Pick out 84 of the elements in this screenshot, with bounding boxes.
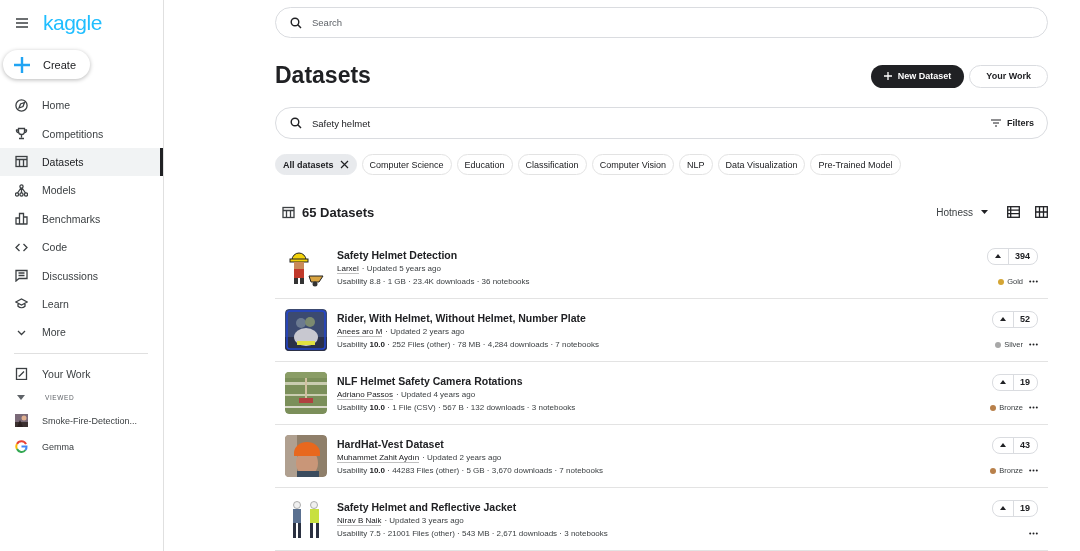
new-dataset-button[interactable]: New Dataset [870,64,965,88]
filter-chip[interactable]: All datasets [275,154,357,176]
filter-chip[interactable]: Computer Science [361,154,452,176]
more-icon[interactable] [1029,532,1038,535]
upvote-button[interactable]: 43 [992,436,1038,454]
more-icon[interactable] [1029,343,1038,346]
dataset-title[interactable]: Rider, With Helmet, Without Helmet, Number Plate [337,311,948,324]
more-icon[interactable] [1029,406,1038,409]
close-icon [339,160,349,170]
caret-down-icon[interactable] [17,395,25,401]
dataset-meta: Usability 10.0 · 252 Files (other) · 78 MB · 4,284 downloads · 7 notebooks [337,339,600,349]
dataset-title[interactable]: Safety Helmet Detection [337,248,948,261]
upvote-icon [1000,443,1006,447]
viewed-item[interactable]: Gemma [0,433,163,460]
filter-icon [991,119,1001,128]
menu-icon[interactable] [15,17,29,29]
dataset-title[interactable]: HardHat-Vest Dataset [337,437,948,450]
graduation-cap-icon [15,297,28,311]
filter-chip[interactable]: Pre-Trained Model [810,154,901,176]
sort-dropdown[interactable]: Hotness [936,206,988,218]
filter-chip[interactable]: Data Visualization [717,154,806,176]
grid-view-icon[interactable] [1035,206,1048,219]
clipboard-icon [15,367,28,381]
upvote-icon [994,254,1001,258]
table-icon [282,205,295,219]
caret-down-icon [981,210,988,215]
upvote-icon [1000,506,1006,510]
trophy-icon [15,127,28,141]
dataset-title[interactable]: NLF Helmet Safety Camera Rotations [337,374,948,387]
more-icon[interactable] [1029,469,1038,472]
search-icon [290,16,302,29]
list-view-icon[interactable] [1007,206,1020,219]
result-count: 65 Datasets [302,204,375,220]
updated-text: · Updated 5 years ago [361,263,441,274]
author-link[interactable]: Muhammet Zahit Aydın [337,452,420,463]
compass-icon [15,98,28,112]
more-icon[interactable] [1029,280,1038,283]
dataset-meta: Usability 7.5 · 21001 Files (other) · 543 MB · 2,671 downloads · 3 notebooks [337,528,609,538]
sidebar-item[interactable]: Your Work [0,359,163,388]
sidebar-item[interactable]: Code [0,232,163,262]
sidebar-item[interactable]: Benchmarks [0,204,163,233]
upvote-icon [1000,317,1006,321]
your-work-button[interactable]: Your Work [969,64,1048,88]
updated-text: · Updated 2 years ago [422,452,502,463]
sidebar-item[interactable]: Home [0,91,163,120]
updated-text: · Updated 3 years ago [384,515,464,526]
viewed-item[interactable]: Smoke-Fire-Detection... [0,407,163,434]
sidebar-item[interactable]: Models [0,176,163,205]
filter-chip[interactable]: Education [456,154,513,176]
search-icon [290,117,302,130]
updated-text: · Updated 2 years ago [385,326,465,337]
bar-chart-icon [15,212,28,226]
search-field[interactable]: Search [275,7,1048,38]
filter-chip[interactable]: Classification [517,154,587,176]
multicolor-g-icon [15,440,28,454]
upvote-button[interactable]: 19 [992,373,1038,391]
filter-chip[interactable]: Computer Vision [591,154,674,176]
dataset-meta: Usability 10.0 · 1 File (CSV) · 567 B · 132 downloads · 3 notebooks [337,402,577,412]
sidebar-item[interactable]: Discussions [0,261,163,290]
chat-icon [15,269,28,283]
author-link[interactable]: Anees aro M [337,326,383,337]
sidebar-item[interactable]: Datasets [0,147,163,177]
author-link[interactable]: Larxel [337,263,359,274]
network-icon [15,183,28,197]
plus-icon [883,72,892,81]
sidebar-item[interactable]: More [0,318,163,347]
sidebar-item[interactable]: Competitions [0,119,163,148]
page-title: Datasets [275,61,371,89]
table-icon [15,155,28,169]
plus-icon [13,55,31,74]
filter-chip[interactable]: NLP [679,154,713,176]
author-link[interactable]: Nirav B Naik [337,515,382,526]
author-link[interactable]: Adriano Passos [337,389,394,400]
sidebar-item[interactable]: Learn [0,289,163,319]
create-button[interactable]: Create [3,50,90,79]
dataset-meta: Usability 8.8 · 1 GB · 23.4K downloads · 36 notebooks [337,276,531,286]
updated-text: · Updated 4 years ago [396,389,476,400]
upvote-icon [1000,380,1006,384]
upvote-button[interactable]: 52 [992,310,1038,328]
upvote-button[interactable]: 19 [992,499,1038,517]
dataset-title[interactable]: Safety Helmet and Reflective Jacket [337,500,948,513]
filters-button[interactable]: Filters [991,117,1034,130]
upvote-button[interactable]: 394 [986,247,1038,265]
dataset-meta: Usability 10.0 · 44283 Files (other) · 5 GB · 3,670 downloads · 7 notebooks [337,465,604,475]
